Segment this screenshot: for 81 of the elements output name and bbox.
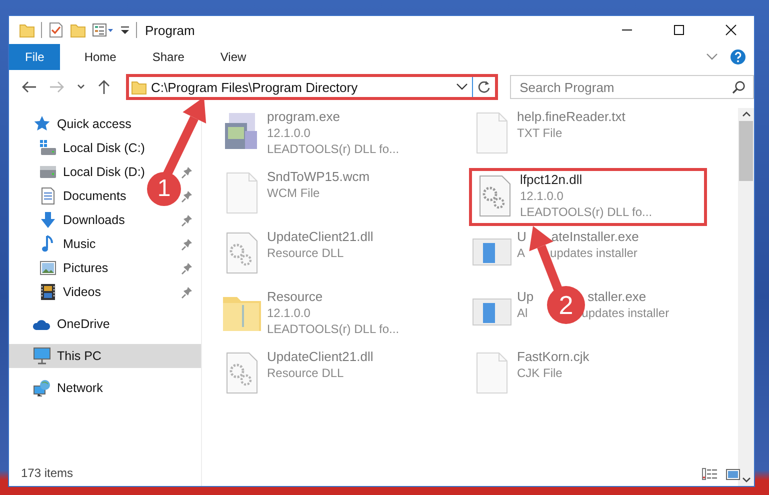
sidebar-item[interactable]: Local Disk (D:) xyxy=(9,160,145,184)
computer-icon xyxy=(33,347,51,365)
sidebar-item[interactable]: Videos xyxy=(9,280,101,304)
file-detail: 12.1.0.0 xyxy=(267,305,312,321)
file-detail: LEADTOOLS(r) DLL fo... xyxy=(520,204,652,220)
file-detail: Al xyxy=(517,305,528,321)
file-detail: 12.1.0.0 xyxy=(267,125,312,141)
sidebar-item[interactable]: Pictures xyxy=(9,256,108,280)
drive-icon xyxy=(39,163,57,181)
file-name: UpdateClient21.dll xyxy=(267,349,374,365)
chevron-down-icon[interactable] xyxy=(706,53,718,61)
file-name: SndToWP15.wcm xyxy=(267,169,370,185)
sidebar-item[interactable]: Downloads xyxy=(9,208,125,232)
pin-icon[interactable] xyxy=(181,214,193,226)
properties-icon[interactable] xyxy=(92,22,114,38)
file-name: UpdateClient21.dll xyxy=(267,229,374,245)
file-name: Resource xyxy=(267,289,324,305)
file-detail: CJK File xyxy=(517,365,564,381)
pin-icon[interactable] xyxy=(181,262,193,274)
ribbon-tab[interactable]: File xyxy=(9,44,60,70)
file-detail: Resource DLL xyxy=(267,365,345,381)
up-arrow-icon[interactable] xyxy=(97,79,111,95)
file-name: lfpct12n.dll xyxy=(520,172,584,188)
pin-icon[interactable] xyxy=(181,190,193,202)
file-detail: 12.1.0.0 xyxy=(520,188,564,204)
window-title: Program xyxy=(145,22,195,38)
sidebar-item[interactable]: OneDrive xyxy=(9,312,110,336)
file-item[interactable]: lfpct12n.dll 12.1.0.0 LEADTOOLS(r) DLL fo... xyxy=(469,168,707,226)
file-detail: LEADTOOLS(r) DLL fo... xyxy=(267,141,400,157)
refresh-icon[interactable] xyxy=(476,80,491,94)
landscape-picture-icon xyxy=(39,259,57,277)
file-name: U xyxy=(517,229,526,245)
checklist-icon[interactable] xyxy=(48,22,64,38)
address-bar[interactable]: C:\Program Files\Program Directory xyxy=(126,74,498,100)
address-path: C:\Program Files\Program Directory xyxy=(151,80,359,94)
star-icon xyxy=(33,115,51,133)
file-detail: Resource DLL xyxy=(267,245,345,261)
pin-icon[interactable] xyxy=(181,166,193,178)
maximize-icon xyxy=(673,24,685,36)
ribbon-tab[interactable]: Share xyxy=(134,44,202,70)
network-icon xyxy=(33,379,51,397)
status-text: 173 items xyxy=(20,466,74,482)
ribbon-tab[interactable]: Home xyxy=(66,44,134,70)
sidebar-item[interactable]: Documents xyxy=(9,184,126,208)
help-icon[interactable] xyxy=(730,49,746,65)
file-detail: LEADTOOLS(r) DLL fo... xyxy=(267,321,400,337)
file-name: ateInstaller.exe xyxy=(551,229,639,245)
file-name: staller.exe xyxy=(588,289,646,305)
scrollbar[interactable] xyxy=(738,108,754,486)
recent-locations-caret-icon[interactable] xyxy=(77,84,85,90)
sidebar-item[interactable]: Quick access xyxy=(9,112,132,136)
film-icon xyxy=(39,283,57,301)
file-name: Up xyxy=(517,289,534,305)
sidebar-item[interactable]: Network xyxy=(9,376,103,400)
back-arrow-icon[interactable] xyxy=(21,80,37,94)
pin-icon[interactable] xyxy=(181,238,193,250)
pin-icon[interactable] xyxy=(181,286,193,298)
document-icon xyxy=(39,187,57,205)
search-field[interactable]: Search Program xyxy=(510,75,754,99)
large-icons-view-icon[interactable] xyxy=(726,468,740,480)
scroll-down-icon[interactable] xyxy=(742,477,750,483)
file-name: help.fineReader.txt xyxy=(517,109,626,125)
scroll-thumb[interactable] xyxy=(739,121,753,181)
file-detail: WCM File xyxy=(267,185,321,201)
drive-icon xyxy=(39,139,57,157)
file-detail: TXT File xyxy=(517,125,564,141)
file-detail: updates installer xyxy=(550,245,638,261)
sidebar-item[interactable]: Music xyxy=(9,232,96,256)
dropdown-caret-icon[interactable] xyxy=(456,83,468,91)
sidebar-item[interactable]: This PC xyxy=(9,344,201,368)
folder-icon xyxy=(131,79,147,95)
ribbon-tab[interactable]: View xyxy=(202,44,264,70)
file-name: FastKorn.cjk xyxy=(517,349,590,365)
file-name: program.exe xyxy=(267,109,341,125)
file-detail: A xyxy=(517,245,526,261)
scroll-up-icon[interactable] xyxy=(742,111,750,117)
search-icon[interactable] xyxy=(732,80,746,94)
sidebar-item[interactable]: Local Disk (C:) xyxy=(9,136,145,160)
download-arrow-icon xyxy=(39,211,57,229)
details-view-icon[interactable] xyxy=(702,468,718,480)
close-icon xyxy=(725,24,737,36)
